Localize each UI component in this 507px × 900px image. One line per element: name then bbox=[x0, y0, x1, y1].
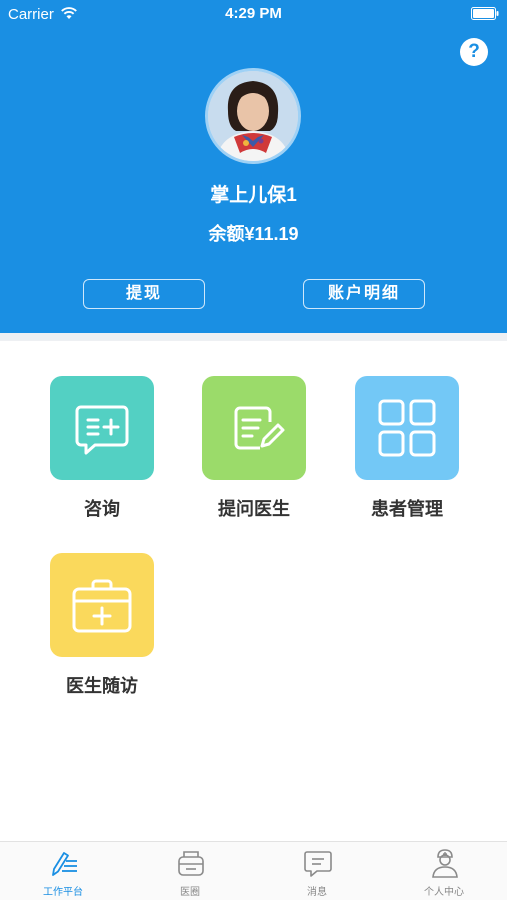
patient-management-label[interactable]: 患者管理 bbox=[332, 495, 482, 521]
username: 掌上儿保1 bbox=[210, 185, 297, 206]
battery-icon bbox=[471, 7, 499, 20]
help-button[interactable]: ? bbox=[460, 38, 488, 66]
ask-doctor-tile[interactable] bbox=[202, 376, 306, 480]
doctor-followup-label[interactable]: 医生随访 bbox=[27, 672, 177, 698]
status-bar: Carrier 4:29 PM bbox=[0, 0, 507, 28]
consult-label[interactable]: 咨询 bbox=[27, 495, 177, 521]
clock: 4:29 PM bbox=[225, 5, 282, 22]
tab-medical-circle[interactable]: 医圈 bbox=[127, 842, 253, 900]
consult-tile[interactable] bbox=[50, 376, 154, 480]
medical-kit-icon bbox=[72, 579, 132, 633]
section-divider bbox=[0, 333, 507, 341]
profile-header: Carrier 4:29 PM ? 掌上儿保1 余额¥11.19 提现 账户明细 bbox=[0, 0, 507, 333]
tab-label: 工作平台 bbox=[43, 887, 83, 898]
printer-box-icon bbox=[178, 851, 204, 876]
consult-chat-icon bbox=[75, 405, 129, 455]
message-bubble-icon bbox=[304, 851, 332, 877]
tab-bar: 工作平台 医圈 消息 个人中心 bbox=[0, 841, 507, 900]
account-detail-button[interactable]: 账户明细 bbox=[303, 279, 425, 309]
pen-list-icon bbox=[52, 852, 77, 876]
tab-workplace[interactable]: 工作平台 bbox=[0, 842, 126, 900]
grid-squares-icon bbox=[378, 399, 436, 457]
doctor-avatar-icon bbox=[432, 849, 458, 878]
edit-document-icon bbox=[234, 406, 285, 450]
avatar[interactable] bbox=[205, 68, 301, 164]
withdraw-button[interactable]: 提现 bbox=[83, 279, 205, 309]
tab-messages[interactable]: 消息 bbox=[254, 842, 380, 900]
balance-amount: 余额¥11.19 bbox=[208, 224, 299, 244]
ask-doctor-label[interactable]: 提问医生 bbox=[179, 495, 329, 521]
patient-management-tile[interactable] bbox=[355, 376, 459, 480]
tab-label: 医圈 bbox=[180, 887, 200, 898]
doctor-followup-tile[interactable] bbox=[50, 553, 154, 657]
tab-label: 消息 bbox=[307, 887, 327, 898]
tab-label: 个人中心 bbox=[424, 887, 464, 898]
tab-personal-center[interactable]: 个人中心 bbox=[381, 842, 507, 900]
